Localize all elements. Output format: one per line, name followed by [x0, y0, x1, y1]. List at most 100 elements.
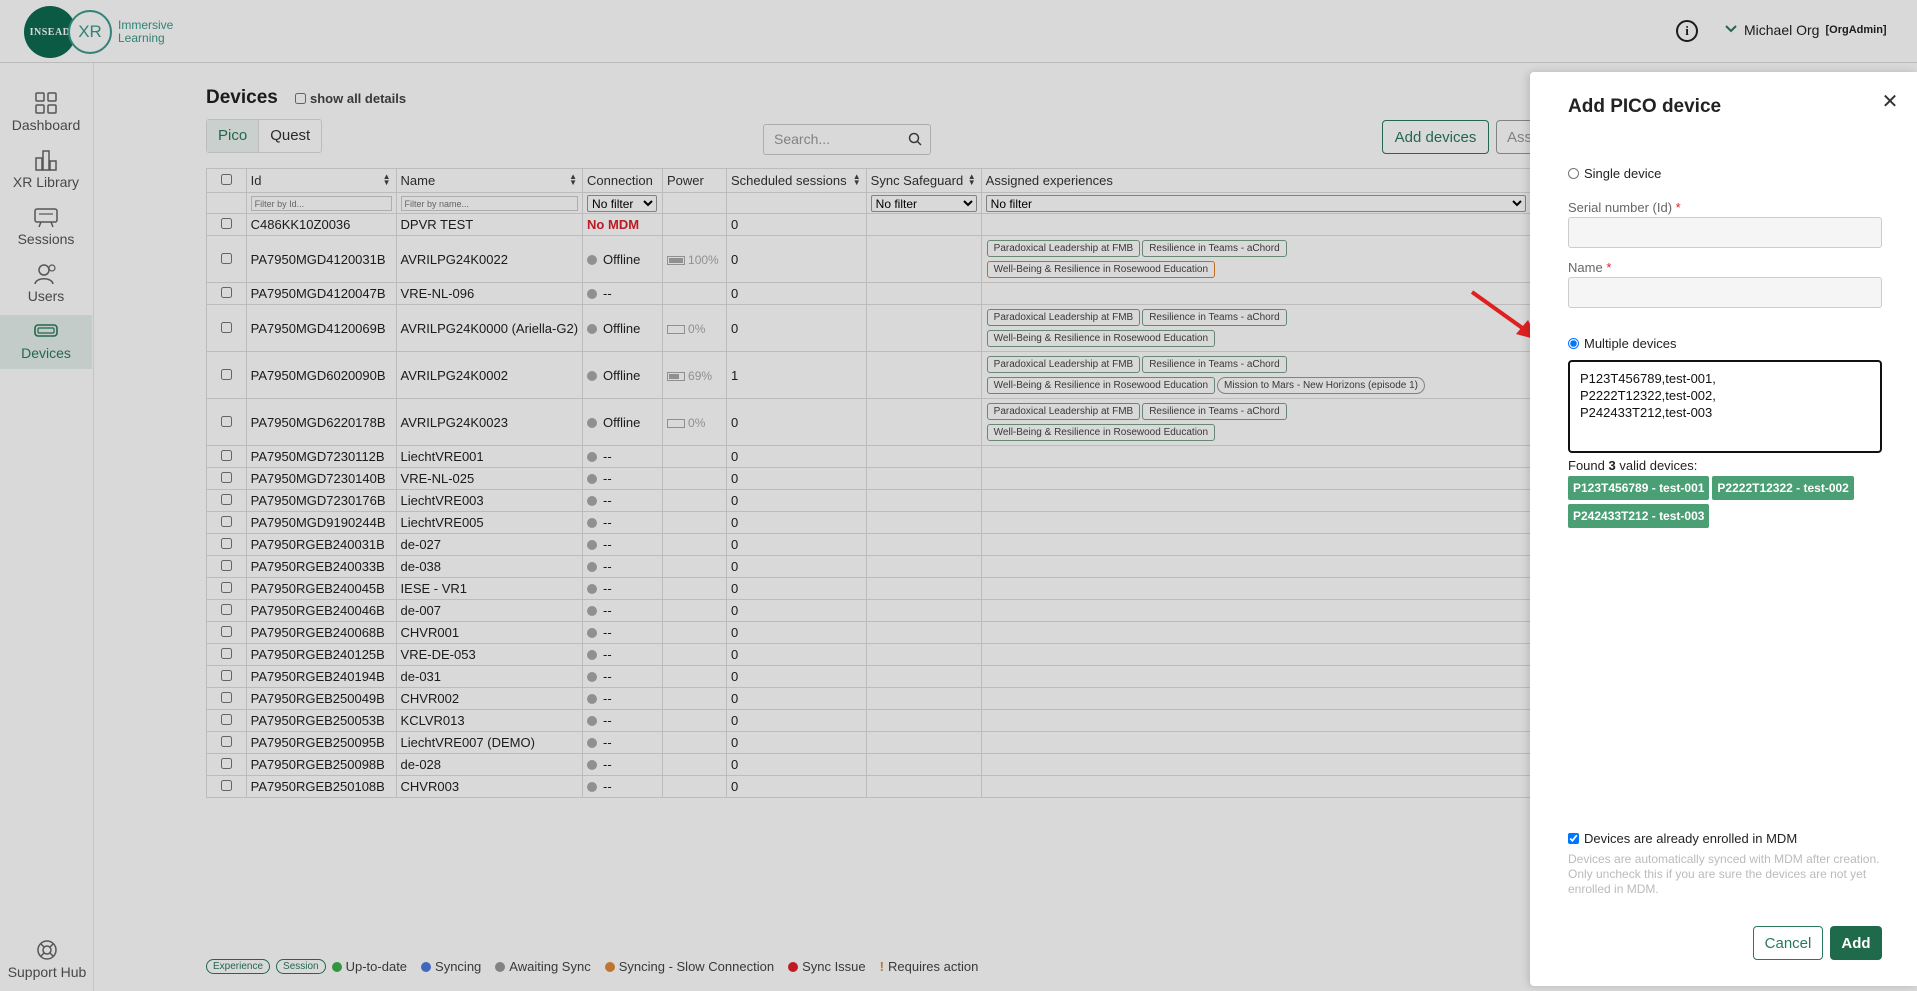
serial-number-input[interactable] — [1568, 217, 1882, 248]
row-checkbox[interactable] — [220, 560, 232, 571]
table-row[interactable]: PA7950MGD4120031B AVRILPG24K0022 Offline 10… — [206, 235, 1627, 283]
mdm-enrolled-option[interactable]: Devices are already enrolled in MDM — [1568, 831, 1797, 846]
column-id[interactable]: Id ▲ ▼ — [245, 168, 397, 193]
experience-chip[interactable]: Resilience in Teams - aChord — [1142, 240, 1287, 257]
experience-chip[interactable]: Paradoxical Leadership at FMB — [986, 309, 1141, 326]
table-row[interactable]: PA7950RGEB240125B VRE-DE-053 -- 0 — [206, 643, 1627, 666]
multiple-devices-radio[interactable] — [1568, 338, 1579, 349]
table-row[interactable]: PA7950MGD4120069B AVRILPG24K0000 (Ariella… — [206, 304, 1627, 352]
row-checkbox[interactable] — [220, 516, 232, 527]
row-checkbox[interactable] — [220, 218, 232, 229]
single-device-radio[interactable] — [1568, 168, 1579, 179]
row-checkbox[interactable] — [220, 758, 232, 769]
table-row[interactable]: PA7950MGD4120047B VRE-NL-096 -- 0 — [206, 282, 1627, 305]
experience-chip[interactable]: Well-Being & Resilience in Rosewood Educ… — [986, 261, 1216, 278]
experience-chip[interactable]: Paradoxical Leadership at FMB — [986, 403, 1141, 420]
select-all-checkbox[interactable] — [220, 174, 232, 185]
table-row[interactable]: PA7950MGD7230112B LiechtVRE001 -- 0 — [206, 445, 1627, 468]
row-checkbox[interactable] — [220, 626, 232, 637]
row-checkbox[interactable] — [220, 252, 232, 264]
row-checkbox[interactable] — [220, 494, 232, 505]
row-checkbox[interactable] — [220, 287, 232, 298]
filter-id-input[interactable] — [250, 196, 392, 212]
row-checkbox[interactable] — [220, 648, 232, 659]
sidebar-item-sessions[interactable]: Sessions — [0, 201, 92, 255]
column-name[interactable]: Name ▲ ▼ — [395, 168, 584, 193]
table-row[interactable]: PA7950RGEB250053B KCLVR013 -- 0 — [206, 709, 1627, 732]
column-sync-safeguard[interactable]: Sync Safeguard ▲ ▼ — [865, 168, 982, 193]
filter-sync-select[interactable]: No filter — [870, 194, 977, 212]
experience-chip[interactable]: Resilience in Teams - aChord — [1142, 403, 1287, 420]
row-checkbox[interactable] — [220, 714, 232, 725]
row-checkbox[interactable] — [220, 736, 232, 747]
table-row[interactable]: PA7950RGEB240033B de-038 -- 0 — [206, 555, 1627, 578]
sort-icon[interactable]: ▲ ▼ — [383, 173, 391, 187]
row-checkbox[interactable] — [220, 538, 232, 549]
sidebar-item-dashboard[interactable]: Dashboard — [0, 87, 92, 141]
name-input[interactable] — [1568, 277, 1882, 308]
experience-chip[interactable]: Paradoxical Leadership at FMB — [986, 240, 1141, 257]
row-checkbox[interactable] — [220, 692, 232, 703]
table-row[interactable]: C486KK10Z0036 DPVR TEST No MDM 0 — [206, 213, 1627, 236]
experience-chip[interactable]: Mission to Mars - New Horizons (episode … — [1217, 377, 1425, 394]
search-input[interactable]: Search... — [763, 124, 931, 155]
table-row[interactable]: PA7950RGEB240194B de-031 -- 0 — [206, 665, 1627, 688]
multiple-devices-option[interactable]: Multiple devices — [1568, 336, 1677, 351]
row-checkbox[interactable] — [220, 472, 232, 483]
close-icon[interactable]: ✕ — [1878, 90, 1902, 114]
tab-quest[interactable]: Quest — [259, 120, 321, 152]
row-checkbox[interactable] — [220, 368, 232, 380]
show-all-details-toggle[interactable]: show all details — [295, 91, 406, 106]
sort-icon[interactable]: ▲ ▼ — [968, 173, 976, 187]
table-row[interactable]: PA7950RGEB250049B CHVR002 -- 0 — [206, 687, 1627, 710]
multiple-devices-textarea[interactable]: P123T456789,test-001, P2222T12322,test-0… — [1568, 360, 1882, 453]
row-checkbox[interactable] — [220, 604, 232, 615]
row-checkbox[interactable] — [220, 415, 232, 427]
row-checkbox[interactable] — [220, 582, 232, 593]
column-scheduled-sessions[interactable]: Scheduled sessions ▲ ▼ — [725, 168, 867, 193]
row-checkbox[interactable] — [220, 321, 232, 333]
table-row[interactable]: PA7950RGEB240031B de-027 -- 0 — [206, 533, 1627, 556]
table-row[interactable]: PA7950MGD6220178B AVRILPG24K0023 Offline 0%… — [206, 398, 1627, 446]
table-row[interactable]: PA7950MGD7230176B LiechtVRE003 -- 0 — [206, 489, 1627, 512]
device-name: de-027 — [395, 533, 584, 556]
sidebar-item-xr-library[interactable]: XR Library — [0, 144, 92, 198]
support-hub-link[interactable]: Support Hub — [0, 938, 94, 980]
cancel-button[interactable]: Cancel — [1753, 926, 1823, 960]
table-row[interactable]: PA7950RGEB240068B CHVR001 -- 0 — [206, 621, 1627, 644]
filter-name-input[interactable] — [400, 196, 579, 212]
tab-pico[interactable]: Pico — [207, 120, 260, 152]
header-select-all[interactable] — [206, 168, 247, 193]
add-devices-button[interactable]: Add devices — [1382, 120, 1489, 154]
sort-icon[interactable]: ▲ ▼ — [853, 173, 861, 187]
table-row[interactable]: PA7950RGEB240046B de-007 -- 0 — [206, 599, 1627, 622]
app-logo[interactable]: INSEAD XR Immersive Learning — [24, 6, 173, 58]
table-row[interactable]: PA7950MGD6020090B AVRILPG24K0002 Offline 69… — [206, 351, 1627, 399]
sidebar-item-devices[interactable]: Devices — [0, 315, 92, 369]
filter-connection-select[interactable]: No filter — [587, 194, 658, 212]
row-checkbox[interactable] — [220, 450, 232, 461]
experience-chip[interactable]: Well-Being & Resilience in Rosewood Educ… — [986, 330, 1216, 347]
experience-chip[interactable]: Resilience in Teams - aChord — [1142, 356, 1287, 373]
show-all-checkbox[interactable] — [295, 93, 306, 104]
table-row[interactable]: PA7950MGD9190244B LiechtVRE005 -- 0 — [206, 511, 1627, 534]
filter-experiences-select[interactable]: No filter — [985, 194, 1526, 212]
experience-chip[interactable]: Paradoxical Leadership at FMB — [986, 356, 1141, 373]
mdm-enrolled-checkbox[interactable] — [1568, 833, 1579, 844]
table-row[interactable]: PA7950RGEB250098B de-028 -- 0 — [206, 753, 1627, 776]
table-row[interactable]: PA7950MGD7230140B VRE-NL-025 -- 0 — [206, 467, 1627, 490]
user-menu[interactable]: Michael Org [OrgAdmin] — [1724, 22, 1887, 38]
table-row[interactable]: PA7950RGEB240045B IESE - VR1 -- 0 — [206, 577, 1627, 600]
row-checkbox[interactable] — [220, 670, 232, 681]
row-checkbox[interactable] — [220, 780, 232, 791]
experience-chip[interactable]: Well-Being & Resilience in Rosewood Educ… — [986, 424, 1216, 441]
sidebar-item-users[interactable]: Users — [0, 258, 92, 312]
experience-chip[interactable]: Well-Being & Resilience in Rosewood Educ… — [986, 377, 1216, 394]
add-button[interactable]: Add — [1830, 926, 1882, 960]
table-row[interactable]: PA7950RGEB250108B CHVR003 -- 0 — [206, 775, 1627, 798]
experience-chip[interactable]: Resilience in Teams - aChord — [1142, 309, 1287, 326]
sort-icon[interactable]: ▲ ▼ — [569, 173, 577, 187]
table-row[interactable]: PA7950RGEB250095B LiechtVRE007 (DEMO) -- 0 — [206, 731, 1627, 754]
info-icon[interactable]: i — [1676, 20, 1698, 42]
single-device-option[interactable]: Single device — [1568, 166, 1661, 181]
